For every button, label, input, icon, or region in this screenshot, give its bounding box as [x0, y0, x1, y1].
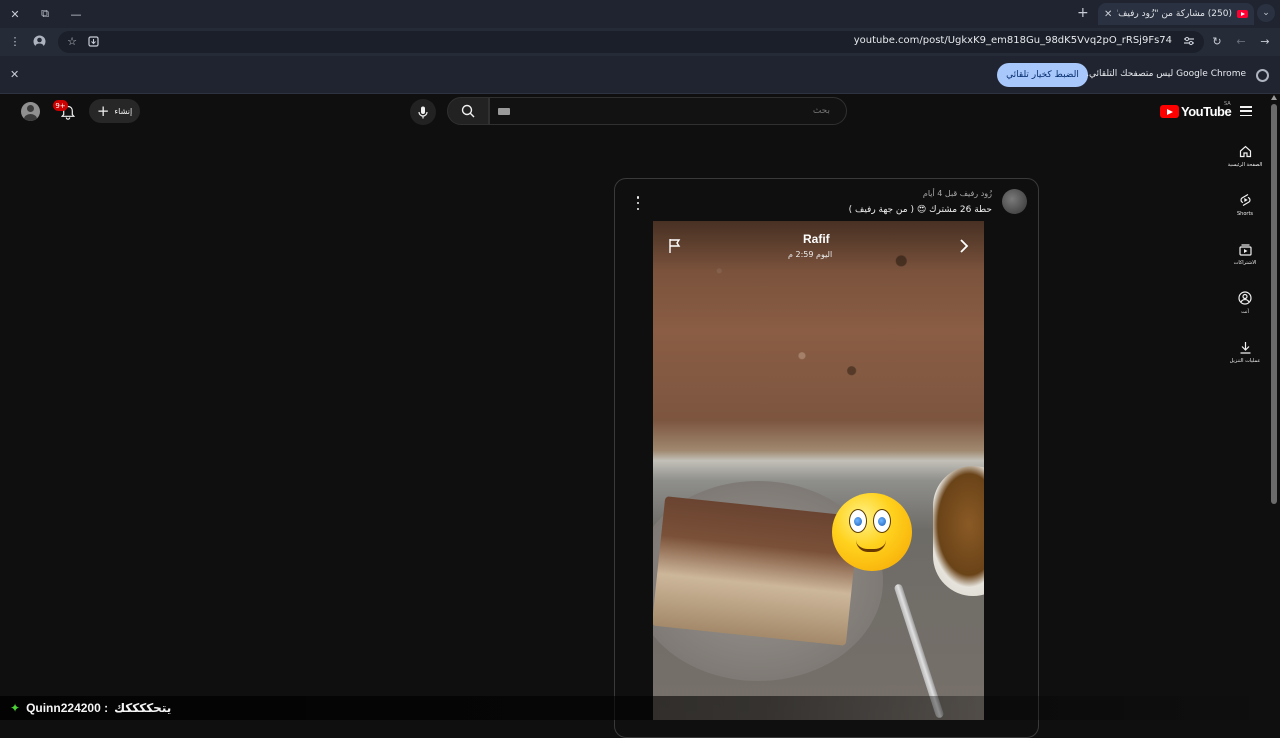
- tab-title: (250) مشاركة من "زُود رفيف" - ⁠: [1117, 9, 1232, 19]
- guide-item-shorts[interactable]: Shorts: [1222, 185, 1268, 234]
- notification-count-badge: 9+: [53, 100, 68, 111]
- cake-slice: [653, 496, 860, 646]
- post-image[interactable]: Rafif اليوم 2:59 م: [653, 221, 984, 720]
- minimize-window-icon[interactable]: —: [66, 4, 86, 24]
- back-arrow-icon[interactable]: ←: [1232, 32, 1250, 50]
- search-box[interactable]: [489, 97, 847, 125]
- install-app-icon[interactable]: [84, 32, 102, 50]
- close-window-icon[interactable]: ✕: [5, 4, 25, 24]
- guide-label-home: الصفحة الرئيسية: [1227, 162, 1263, 168]
- profile-icon[interactable]: [30, 32, 48, 50]
- sparkle-icon: ✦: [10, 701, 21, 715]
- tab-close-icon[interactable]: ✕: [1104, 9, 1112, 20]
- guide-label-subscriptions: الاشتراكات: [1233, 260, 1257, 266]
- tea-cup: [933, 466, 984, 596]
- infobar-close-icon[interactable]: ✕: [10, 68, 19, 81]
- subscriptions-icon: [1237, 241, 1253, 257]
- chrome-logo-icon: [1256, 69, 1269, 82]
- mini-guide: الصفحة الرئيسية Shorts الاشتراكات أنت عم…: [1222, 136, 1268, 381]
- post-menu-kebab-icon[interactable]: [632, 196, 644, 210]
- story-time: اليوم 2:59 م: [788, 250, 833, 259]
- guide-label-shorts: Shorts: [1236, 211, 1254, 217]
- search-icon: [461, 104, 475, 118]
- guide-label-downloads: عمليات التنزيل: [1229, 358, 1261, 364]
- story-name: Rafif: [803, 232, 830, 246]
- tab-strip: ✕ ⧉ — + (250) مشاركة من "زُود رفيف" - ⁠ …: [0, 0, 1280, 28]
- voice-search-button[interactable]: [410, 99, 436, 125]
- stream-chat-overlay: ✦ Quinn224200 : يتحككككك: [0, 696, 1280, 720]
- home-icon: [1237, 143, 1253, 159]
- account-avatar[interactable]: [21, 102, 40, 121]
- post-author-avatar[interactable]: [1002, 189, 1027, 214]
- surprised-emoji-sticker: [832, 493, 912, 571]
- chat-message: يتحككككك: [114, 701, 172, 715]
- post-author-line[interactable]: زُود رفيف قبل 4 أيام: [923, 189, 992, 198]
- restore-window-icon[interactable]: ⧉: [35, 4, 55, 24]
- post-text: حطة 26 مشترك 😍 ( من جهة رفيف ): [848, 205, 992, 215]
- region-code: SA: [1224, 101, 1231, 107]
- search-input[interactable]: [530, 98, 830, 124]
- youtube-favicon-icon: [1237, 10, 1248, 18]
- scroll-thumb[interactable]: [1271, 104, 1277, 504]
- guide-item-home[interactable]: الصفحة الرئيسية: [1222, 136, 1268, 185]
- forward-arrow-icon[interactable]: →: [1256, 32, 1274, 50]
- chevron-right-icon: [960, 239, 969, 253]
- bookmark-star-icon[interactable]: ☆: [63, 32, 81, 50]
- new-tab-button[interactable]: +: [1077, 5, 1089, 21]
- create-label: إنشاء: [114, 106, 133, 116]
- flag-icon: [669, 239, 681, 253]
- youtube-logo[interactable]: YouTube: [1160, 104, 1232, 119]
- shorts-icon: [1237, 192, 1253, 208]
- tab-search-button[interactable]: ⌄: [1257, 4, 1275, 22]
- search-button[interactable]: [447, 97, 489, 125]
- default-browser-infobar: ✕ الضبط كخيار تلقائي Google Chrome ليس م…: [0, 56, 1280, 94]
- guide-item-subscriptions[interactable]: الاشتراكات: [1222, 234, 1268, 283]
- create-button[interactable]: + إنشاء: [89, 99, 140, 123]
- youtube-masthead: 9+ + إنشاء YouTube: [0, 94, 1268, 128]
- chat-username: Quinn224200 :: [26, 701, 109, 715]
- browser-tab[interactable]: (250) مشاركة من "زُود رفيف" - ⁠ ✕: [1098, 3, 1254, 25]
- site-settings-icon[interactable]: [1180, 32, 1198, 50]
- page-scrollbar[interactable]: [1268, 94, 1280, 720]
- guide-label-you: أنت: [1241, 309, 1249, 315]
- set-default-button[interactable]: الضبط كخيار تلقائي: [997, 63, 1088, 87]
- microphone-icon: [418, 106, 428, 118]
- keyboard-icon[interactable]: [498, 108, 510, 115]
- browser-toolbar: youtube.com/post/UgkxK9_em818Gu_98dK5Vvq…: [0, 28, 1280, 56]
- address-bar[interactable]: youtube.com/post/UgkxK9_em818Gu_98dK5Vvq…: [58, 31, 1204, 53]
- you-icon: [1237, 290, 1253, 306]
- reload-icon[interactable]: ↻: [1208, 32, 1226, 50]
- story-header: [653, 221, 984, 271]
- infobar-message: Google Chrome ليس متصفحك التلقائي.: [1086, 69, 1246, 79]
- scroll-up-arrow-icon[interactable]: [1271, 95, 1277, 100]
- menu-kebab-icon[interactable]: ⋮: [6, 32, 24, 50]
- guide-item-you[interactable]: أنت: [1222, 283, 1268, 332]
- url-text[interactable]: youtube.com/post/UgkxK9_em818Gu_98dK5Vvq…: [854, 35, 1172, 46]
- youtube-play-icon: [1160, 105, 1179, 118]
- download-icon: [1237, 339, 1253, 355]
- guide-menu-icon[interactable]: [1240, 106, 1252, 116]
- guide-item-downloads[interactable]: عمليات التنزيل: [1222, 332, 1268, 381]
- plus-icon: +: [96, 101, 110, 120]
